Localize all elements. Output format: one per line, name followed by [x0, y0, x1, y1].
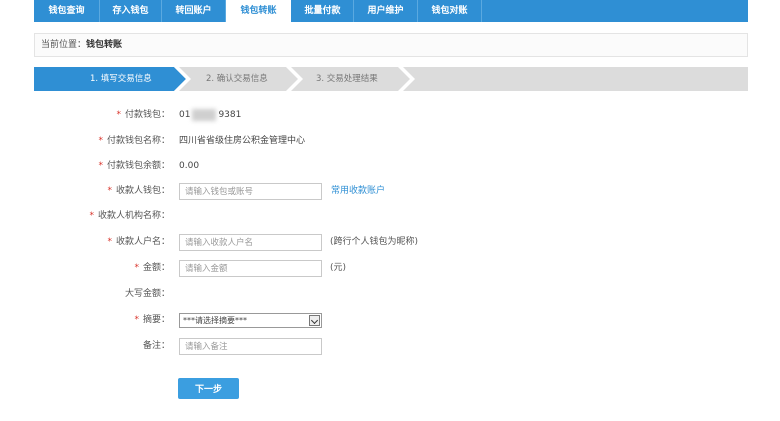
- payee-name-hint: (跨行个人钱包为昵称): [330, 237, 419, 247]
- step-2-label: 2. 确认交易信息: [206, 74, 268, 84]
- row-payee-wallet: * 收款人钱包：: [0, 182, 170, 200]
- row-payee-name: * 收款人户名：: [0, 233, 170, 251]
- remark-input[interactable]: [179, 338, 322, 355]
- amount-input[interactable]: [179, 260, 322, 277]
- payee-wallet-label: * 收款人钱包：: [107, 186, 170, 196]
- payee-wallet-input[interactable]: [179, 183, 322, 200]
- step-indicator: 1. 填写交易信息 2. 确认交易信息 3. 交易处理结果: [34, 67, 748, 91]
- breadcrumb-current: 钱包转账: [86, 40, 123, 50]
- payee-name-input[interactable]: [179, 234, 322, 251]
- common-payee-accounts-link[interactable]: 常用收款账户: [331, 182, 385, 200]
- summary-select[interactable]: ***请选择摘要***: [179, 313, 322, 328]
- row-payer-wallet: * 付款钱包：: [0, 106, 170, 124]
- step-1-label: 1. 填写交易信息: [90, 74, 152, 84]
- amount-upper-label: 大写金额：: [124, 289, 170, 299]
- row-remark: 备注：: [0, 337, 170, 355]
- summary-label: * 摘要：: [134, 315, 170, 325]
- payee-org-label: * 收款人机构名称：: [89, 211, 170, 221]
- step-3-arrow-end: [398, 67, 415, 91]
- nav-tab-5[interactable]: 批量付款: [292, 0, 354, 22]
- step-3-label: 3. 交易处理结果: [316, 74, 378, 84]
- amount-unit: (元): [330, 263, 347, 273]
- masked-digits: [192, 108, 217, 121]
- payee-name-label: * 收款人户名：: [107, 237, 170, 247]
- row-payee-org: * 收款人机构名称：: [0, 207, 170, 225]
- amount-label: * 金额：: [134, 263, 170, 273]
- nav-tab-3[interactable]: 转回账户: [162, 0, 226, 22]
- nav-tab-7[interactable]: 钱包对账: [418, 0, 482, 22]
- top-nav: 钱包查询 存入钱包 转回账户 钱包转账 批量付款 用户维护 钱包对账: [34, 0, 748, 22]
- remark-label: 备注：: [142, 341, 170, 351]
- row-amount: * 金额：: [0, 259, 170, 277]
- chevron-down-icon[interactable]: [309, 315, 320, 326]
- row-summary: * 摘要：: [0, 311, 170, 329]
- nav-tab-1[interactable]: 钱包查询: [34, 0, 100, 22]
- payer-balance-value: 0.00: [179, 161, 200, 171]
- nav-tab-6[interactable]: 用户维护: [354, 0, 418, 22]
- row-payer-balance: * 付款钱包余额：: [0, 157, 170, 175]
- nav-tab-2[interactable]: 存入钱包: [100, 0, 162, 22]
- payer-name-label: * 付款钱包名称：: [98, 136, 170, 146]
- payer-balance-label: * 付款钱包余额：: [98, 161, 170, 171]
- row-amount-upper: 大写金额：: [0, 285, 170, 303]
- payer-wallet-label: * 付款钱包：: [116, 110, 170, 120]
- payer-name-value: 四川省省级住房公积金管理中心: [179, 136, 306, 146]
- row-payer-name: * 付款钱包名称：: [0, 132, 170, 150]
- step-2-arrow-end: [286, 67, 303, 91]
- breadcrumb: 当前位置：钱包转账: [34, 33, 748, 57]
- payer-wallet-value: 01 9381: [179, 108, 242, 121]
- summary-selected-value: ***请选择摘要***: [183, 316, 247, 325]
- nav-tab-4[interactable]: 钱包转账: [226, 0, 292, 22]
- next-step-button[interactable]: 下一步: [178, 378, 239, 399]
- breadcrumb-prefix: 当前位置：: [41, 40, 87, 50]
